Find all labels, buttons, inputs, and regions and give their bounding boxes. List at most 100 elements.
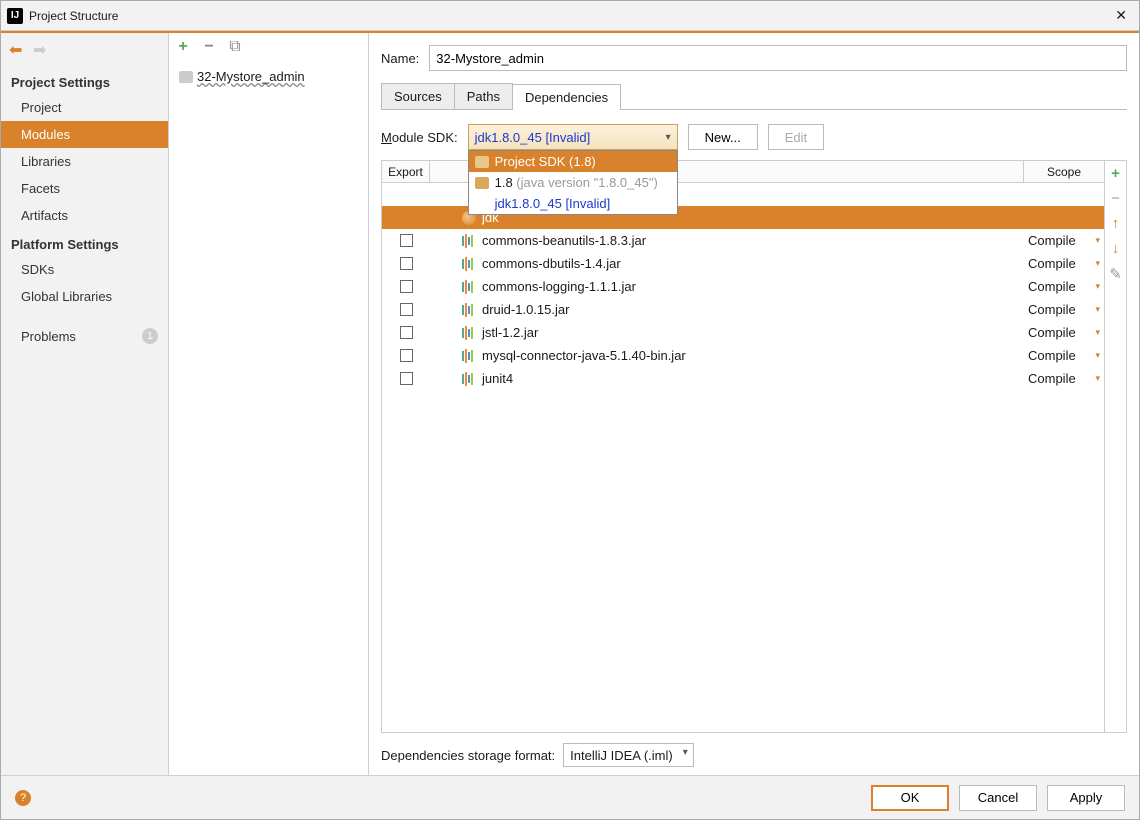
export-checkbox[interactable]	[400, 234, 413, 247]
export-checkbox[interactable]	[400, 257, 413, 270]
sidebar-item-problems[interactable]: Problems 1	[1, 322, 168, 350]
apply-button[interactable]: Apply	[1047, 785, 1125, 811]
export-cell	[382, 234, 430, 247]
scope-cell[interactable]: Compile▾	[1024, 325, 1104, 340]
add-module-icon[interactable]: +	[175, 39, 191, 55]
move-up-icon[interactable]: ↑	[1112, 215, 1120, 232]
back-icon[interactable]: ⬅	[9, 40, 25, 56]
forward-icon[interactable]: ➡	[33, 40, 49, 56]
export-checkbox[interactable]	[400, 349, 413, 362]
export-cell	[382, 257, 430, 270]
export-checkbox[interactable]	[400, 303, 413, 316]
chevron-down-icon: ▾	[1095, 235, 1100, 246]
dep-row[interactable]: druid-1.0.15.jarCompile▾	[382, 298, 1104, 321]
sidebar-item-project[interactable]: Project	[1, 94, 168, 121]
chevron-down-icon: ▾	[1095, 373, 1100, 384]
add-dep-icon[interactable]: +	[1111, 165, 1120, 182]
sdk-option-label: jdk1.8.0_45 [Invalid]	[495, 196, 611, 211]
dep-name-cell: junit4	[430, 371, 1024, 386]
deps-table: Export Scope <Mjdkcommons-beanutils-1.8.…	[382, 161, 1104, 732]
dep-row[interactable]: mysql-connector-java-5.1.40-bin.jar Compi…	[382, 344, 1104, 367]
help-icon[interactable]: ?	[15, 790, 31, 806]
export-checkbox[interactable]	[400, 372, 413, 385]
module-name: 32-Mystore_admin	[197, 69, 305, 84]
export-cell	[382, 280, 430, 293]
sdk-select-wrapper: jdk1.8.0_45 [Invalid] ▾ Project SDK (1.8…	[468, 124, 678, 150]
cancel-button[interactable]: Cancel	[959, 785, 1037, 811]
dep-row[interactable]: commons-beanutils-1.8.3.jar Compile▾	[382, 229, 1104, 252]
storage-format-select[interactable]: IntelliJ IDEA (.iml)	[563, 743, 694, 767]
dep-row[interactable]: jstl-1.2.jar Compile▾	[382, 321, 1104, 344]
export-checkbox[interactable]	[400, 326, 413, 339]
body: ⬅ ➡ Project Settings Project Modules Lib…	[1, 33, 1139, 775]
scope-cell[interactable]: Compile▾	[1024, 279, 1104, 294]
sidebar-item-libraries[interactable]: Libraries	[1, 148, 168, 175]
remove-dep-icon[interactable]: −	[1111, 190, 1120, 207]
sidebar-item-modules[interactable]: Modules	[1, 121, 168, 148]
dep-row[interactable]: commons-logging-1.1.1.jarCompile▾	[382, 275, 1104, 298]
scope-value: Compile	[1028, 279, 1076, 294]
scope-cell[interactable]: Compile▾	[1024, 233, 1104, 248]
edit-dep-icon[interactable]: ✎	[1109, 265, 1122, 283]
scope-cell[interactable]: Compile▾	[1024, 302, 1104, 317]
module-name-input[interactable]	[429, 45, 1127, 71]
export-cell	[382, 326, 430, 339]
sdk-row: Module SDK: jdk1.8.0_45 [Invalid] ▾ Proj…	[381, 124, 1127, 150]
move-down-icon[interactable]: ↓	[1112, 240, 1120, 257]
sdk-option-invalid[interactable]: jdk1.8.0_45 [Invalid]	[469, 193, 677, 214]
nav-list: Project Settings Project Modules Librari…	[1, 63, 168, 775]
project-settings-heading: Project Settings	[1, 67, 168, 94]
sdk-option-label: 1.8 (java version "1.8.0_45")	[495, 175, 658, 190]
ok-button[interactable]: OK	[871, 785, 949, 811]
sidebar-item-facets[interactable]: Facets	[1, 175, 168, 202]
sidebar-item-artifacts[interactable]: Artifacts	[1, 202, 168, 229]
tab-sources[interactable]: Sources	[381, 83, 455, 109]
dep-name-label: mysql-connector-java-5.1.40-bin.jar	[482, 348, 686, 363]
dep-name-cell: commons-logging-1.1.1.jar	[430, 279, 1024, 294]
scope-cell[interactable]: Compile▾	[1024, 348, 1104, 363]
dep-row[interactable]: commons-dbutils-1.4.jar Compile▾	[382, 252, 1104, 275]
tabs: Sources Paths Dependencies	[381, 83, 1127, 110]
sidebar-item-sdks[interactable]: SDKs	[1, 256, 168, 283]
tab-dependencies[interactable]: Dependencies	[512, 84, 621, 110]
problems-badge: 1	[142, 328, 158, 344]
intellij-icon: IJ	[7, 8, 23, 24]
library-icon	[462, 257, 476, 271]
export-cell	[382, 372, 430, 385]
chevron-down-icon: ▾	[1095, 258, 1100, 269]
scope-cell[interactable]: Compile ▾	[1024, 371, 1104, 386]
footer: ? OK Cancel Apply	[1, 775, 1139, 819]
dep-row[interactable]: junit4 Compile ▾	[382, 367, 1104, 390]
deps-area: Export Scope <Mjdkcommons-beanutils-1.8.…	[381, 160, 1127, 733]
new-sdk-button[interactable]: New...	[688, 124, 758, 150]
deps-side-toolbar: + − ↑ ↓ ✎	[1104, 161, 1126, 732]
library-icon	[462, 349, 476, 363]
dep-name-label: commons-beanutils-1.8.3.jar	[482, 233, 646, 248]
folder-icon	[475, 177, 489, 189]
scope-header[interactable]: Scope	[1024, 161, 1104, 182]
sdk-option-18[interactable]: 1.8 (java version "1.8.0_45")	[469, 172, 677, 193]
sdk-option-project[interactable]: Project SDK (1.8)	[469, 151, 677, 172]
sidebar-item-global-libraries[interactable]: Global Libraries	[1, 283, 168, 310]
module-tree-item[interactable]: 32-Mystore_admin	[173, 67, 364, 86]
copy-module-icon[interactable]: ⧉	[227, 39, 243, 55]
left-sidebar: ⬅ ➡ Project Settings Project Modules Lib…	[1, 33, 169, 775]
close-icon[interactable]: ✕	[1093, 7, 1133, 24]
module-sdk-select[interactable]: jdk1.8.0_45 [Invalid] ▾	[468, 124, 678, 150]
dep-name-cell: commons-beanutils-1.8.3.jar	[430, 233, 1024, 248]
project-structure-dialog: IJ Project Structure ✕ ⬅ ➡ Project Setti…	[0, 0, 1140, 820]
scope-value: Compile	[1028, 371, 1076, 386]
storage-label: Dependencies storage format:	[381, 748, 555, 763]
library-icon	[462, 303, 476, 317]
export-checkbox[interactable]	[400, 280, 413, 293]
remove-module-icon[interactable]: −	[201, 39, 217, 55]
dep-name-cell: druid-1.0.15.jar	[430, 302, 1024, 317]
tab-paths[interactable]: Paths	[454, 83, 513, 109]
storage-select-wrap: IntelliJ IDEA (.iml)	[563, 743, 694, 767]
dep-name-label: commons-dbutils-1.4.jar	[482, 256, 621, 271]
export-header[interactable]: Export	[382, 161, 430, 182]
export-cell	[382, 349, 430, 362]
chevron-down-icon: ▾	[1095, 350, 1100, 361]
dep-name-label: jstl-1.2.jar	[482, 325, 538, 340]
scope-cell[interactable]: Compile▾	[1024, 256, 1104, 271]
